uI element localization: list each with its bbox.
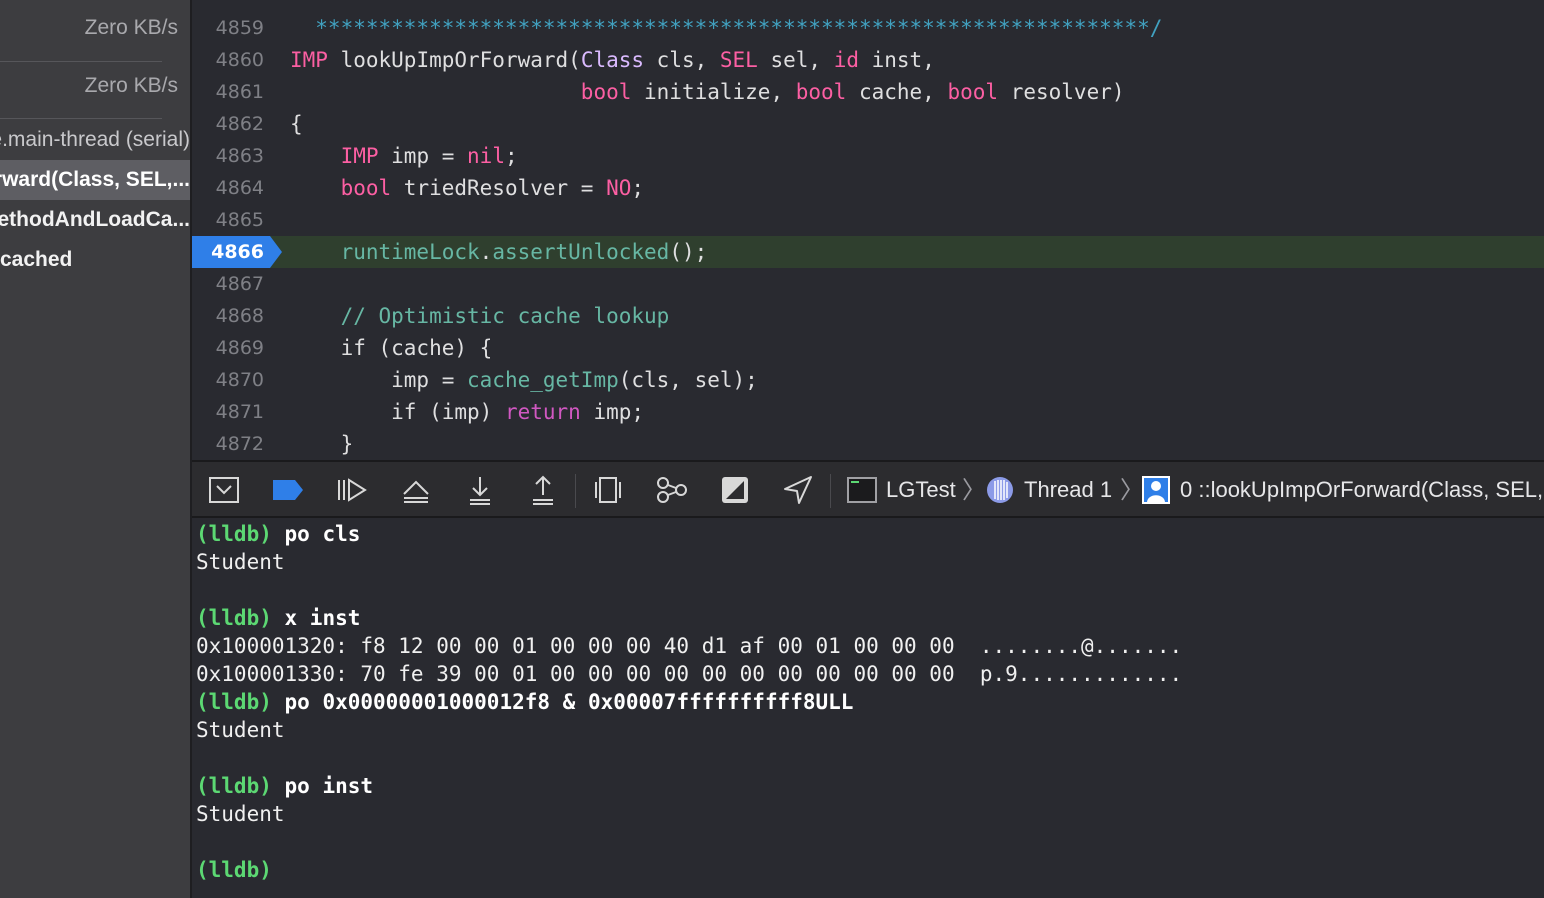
code-line: 4869 if (cache) { (192, 332, 1544, 364)
code-line: 4868 // Optimistic cache lookup (192, 300, 1544, 332)
sidebar-divider (0, 61, 162, 62)
lldb-prompt: (lldb) (196, 690, 272, 714)
line-number: 4861 (215, 81, 264, 103)
toolbar-separator (830, 474, 831, 508)
line-number: 4870 (215, 369, 264, 391)
console-command-line: (lldb) po cls (196, 520, 360, 548)
code-text: if (imp) return imp; (290, 400, 645, 424)
code-text: IMP lookUpImpOrForward(Class cls, SEL se… (290, 48, 935, 72)
console-output-line: Student (196, 802, 285, 826)
network-gauge-value[interactable]: Zero KB/s (0, 66, 190, 106)
step-out-icon[interactable] (527, 474, 559, 506)
code-line: 4871 if (imp) return imp; (192, 396, 1544, 428)
code-text: } (290, 432, 354, 456)
debug-navigator: Zero KB/s Zero KB/s com.apple.main-threa… (0, 0, 190, 898)
line-number: 4869 (215, 337, 264, 359)
code-text: bool initialize, bool cache, bool resolv… (580, 80, 1125, 104)
cpu-network-gauge-value[interactable]: Zero KB/s (0, 8, 190, 48)
line-number: 4868 (215, 305, 264, 327)
terminal-app-icon (846, 474, 878, 506)
hide-debug-area-icon[interactable] (208, 474, 240, 506)
current-execution-line: 4866 runtimeLock.assertUnlocked(); (192, 236, 1544, 268)
environment-overrides-icon[interactable] (719, 474, 751, 506)
code-line: 4860 IMP lookUpImpOrForward(Class cls, S… (192, 44, 1544, 76)
user-code-frame-icon (1140, 474, 1172, 506)
code-text: if (cache) { (290, 336, 493, 360)
line-number: 4863 (215, 145, 264, 167)
code-line: 4872 } (192, 428, 1544, 460)
console-command-line: (lldb) po inst (196, 772, 373, 800)
line-number: 4865 (215, 209, 264, 231)
code-comment: // Optimistic cache lookup (290, 304, 670, 328)
breadcrumb-frame[interactable]: 0 ::lookUpImpOrForward(Class, SEL, id, b… (1180, 462, 1544, 518)
code-text: IMP imp = nil; (340, 144, 518, 168)
chevron-right-icon: 〉 (962, 476, 986, 504)
toolbar-separator (575, 474, 576, 508)
lldb-prompt: (lldb) (196, 606, 272, 630)
lldb-prompt: (lldb) (196, 522, 272, 546)
line-number: 4866 (211, 241, 264, 263)
console-input-line[interactable]: (lldb) (196, 856, 272, 884)
console-output-line: Student (196, 718, 285, 742)
line-number: 4862 (215, 113, 264, 135)
view-hierarchy-icon[interactable] (592, 474, 624, 506)
thread-queue-label[interactable]: com.apple.main-thread (serial) (0, 120, 190, 160)
code-text: imp = cache_getImp(cls, sel); (290, 368, 758, 392)
stack-frame-selected[interactable]: lookUpImpOrForward(Class, SEL,... (0, 160, 190, 200)
console-command: x inst (284, 606, 361, 630)
console-command: po cls (284, 522, 361, 546)
memory-graph-icon[interactable] (656, 474, 688, 506)
source-editor[interactable]: 4859 ***********************************… (192, 0, 1544, 460)
breakpoints-toggle-icon[interactable] (272, 474, 304, 506)
code-text: ****************************************… (290, 16, 1163, 40)
lldb-prompt: (lldb) (196, 858, 272, 882)
console-output-line: 0x100001330: 70 fe 39 00 01 00 00 00 00 … (196, 662, 1183, 686)
step-over-icon[interactable] (400, 474, 432, 506)
line-number: 4859 (215, 17, 264, 39)
code-line: 4861 bool initialize, bool cache, bool r… (192, 76, 1544, 108)
line-number: 4871 (215, 401, 264, 423)
breadcrumb-thread[interactable]: Thread 1 (1024, 462, 1112, 518)
code-line: 4870 imp = cache_getImp(cls, sel); (192, 364, 1544, 396)
stack-frame[interactable]: cached (0, 240, 190, 280)
code-line: 4864 bool triedResolver = NO; (192, 172, 1544, 204)
console-command: po 0x00000001000012f8 & 0x00007fffffffff… (284, 690, 854, 714)
console-command: po inst (284, 774, 374, 798)
continue-icon[interactable] (336, 474, 368, 506)
code-line: 4867 (192, 268, 1544, 300)
sidebar-divider (0, 118, 162, 119)
code-text: bool triedResolver = NO; (340, 176, 645, 200)
code-line: 4865 (192, 204, 1544, 236)
lldb-prompt: (lldb) (196, 774, 272, 798)
thread-icon (984, 474, 1016, 506)
console-command-line: (lldb) po 0x00000001000012f8 & 0x00007ff… (196, 688, 853, 716)
simulate-location-icon[interactable] (782, 474, 814, 506)
console-command-line: (lldb) x inst (196, 604, 360, 632)
code-line: 4862 { (192, 108, 1544, 140)
console-output-line: 0x100001320: f8 12 00 00 01 00 00 00 40 … (196, 634, 1183, 658)
breadcrumb-target[interactable]: LGTest (886, 462, 956, 518)
console-output-line: Student (196, 550, 285, 574)
debug-bar: LGTest 〉 Thread 1 〉 0 ::lookUpImpOrForwa… (192, 460, 1544, 518)
code-line: 4863 IMP imp = nil; (192, 140, 1544, 172)
stack-frame[interactable]: lookUpMethodAndLoadCa... (0, 200, 190, 240)
line-number: 4864 (215, 177, 264, 199)
step-into-icon[interactable] (464, 474, 496, 506)
lldb-console[interactable]: (lldb) po cls Student (lldb) x inst 0x10… (192, 518, 1544, 898)
line-number: 4867 (215, 273, 264, 295)
line-number: 4860 (215, 49, 264, 71)
line-number: 4872 (215, 433, 264, 455)
code-text: { (290, 112, 303, 136)
code-text: runtimeLock.assertUnlocked(); (340, 240, 708, 264)
code-line: 4859 ***********************************… (192, 12, 1544, 44)
